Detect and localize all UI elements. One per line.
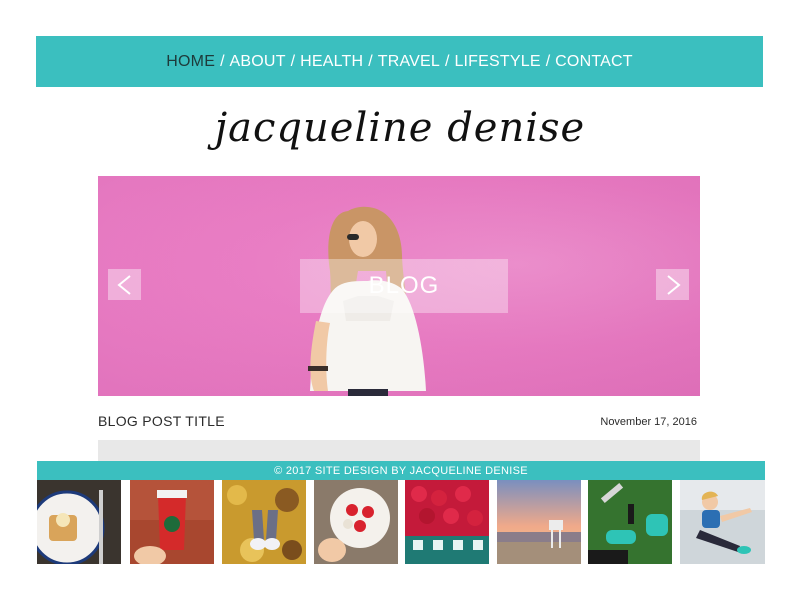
nav-item-about[interactable]: ABOUT bbox=[230, 53, 286, 71]
blog-post-date: November 17, 2016 bbox=[600, 416, 697, 428]
hero-label-box[interactable]: BLOG bbox=[300, 259, 508, 313]
thumbnail-raspberries[interactable] bbox=[405, 480, 489, 564]
instagram-strip bbox=[37, 480, 765, 564]
blog-post-title[interactable]: BLOG POST TITLE bbox=[98, 413, 225, 429]
chevron-left-icon bbox=[116, 274, 131, 295]
nav-item-travel[interactable]: TRAVEL bbox=[378, 53, 440, 71]
nav-item-health[interactable]: HEALTH bbox=[300, 53, 363, 71]
nav-item-contact[interactable]: CONTACT bbox=[555, 53, 633, 71]
nav-separator: / bbox=[444, 52, 450, 70]
hero-slider: BLOG bbox=[98, 176, 700, 396]
main-navigation: HOME / ABOUT / HEALTH / TRAVEL / LIFESTY… bbox=[36, 36, 763, 87]
slider-next-button[interactable] bbox=[656, 269, 689, 300]
thumbnail-yoga-stretch[interactable] bbox=[680, 480, 765, 564]
nav-separator: / bbox=[368, 52, 373, 70]
chevron-right-icon bbox=[666, 274, 681, 295]
thumbnail-dumbbells-sneakers[interactable] bbox=[588, 480, 672, 564]
footer-copyright: © 2017 SITE DESIGN BY JACQUELINE DENISE bbox=[274, 464, 528, 477]
footer-bar: © 2017 SITE DESIGN BY JACQUELINE DENISE bbox=[37, 461, 765, 480]
site-logo[interactable]: jacqueline denise bbox=[0, 105, 800, 165]
nav-separator: / bbox=[545, 52, 551, 70]
thumbnail-beach-sunset[interactable] bbox=[497, 480, 581, 564]
thumbnail-starbucks-cup[interactable] bbox=[130, 480, 214, 564]
nav-item-lifestyle[interactable]: LIFESTYLE bbox=[454, 53, 540, 71]
nav-separator: / bbox=[220, 52, 225, 70]
slider-prev-button[interactable] bbox=[108, 269, 141, 300]
nav-separator: / bbox=[290, 52, 296, 70]
thumbnail-waffles[interactable] bbox=[37, 480, 121, 564]
thumbnail-sneakers-leaves[interactable] bbox=[222, 480, 306, 564]
hero-label: BLOG bbox=[368, 272, 440, 299]
thumbnail-strawberry-bowl[interactable] bbox=[314, 480, 398, 564]
blog-post-body bbox=[98, 440, 700, 462]
nav-item-home[interactable]: HOME bbox=[166, 53, 215, 71]
